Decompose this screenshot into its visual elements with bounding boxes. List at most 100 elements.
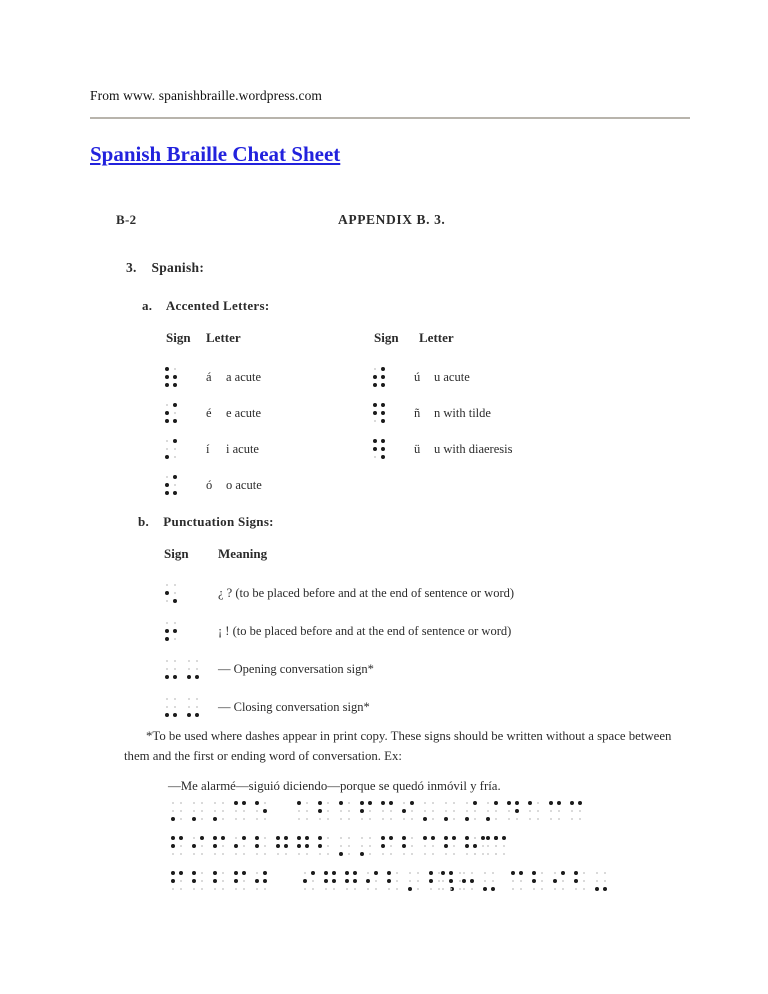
braille-dot-4 — [452, 836, 457, 841]
braille-dot-5 — [312, 880, 315, 883]
braille-dot-1 — [345, 871, 350, 876]
braille-cell-r0-g1-c13 — [569, 800, 583, 822]
braille-dot-4 — [353, 871, 358, 876]
braille-dot-2 — [424, 845, 427, 848]
braille-dot-3 — [165, 383, 170, 388]
braille-dot-3 — [595, 887, 600, 892]
braille-dot-1 — [487, 802, 490, 805]
braille-cell-r0-g0-c0 — [170, 800, 184, 822]
braille-dot-4 — [327, 837, 330, 840]
braille-dot-2 — [345, 879, 350, 884]
braille-cell-r1-g0-c8 — [338, 835, 352, 857]
braille-dot-4 — [537, 802, 540, 805]
braille-dot-4 — [174, 698, 177, 701]
braille-cell-e-acute — [164, 402, 178, 424]
braille-dot-3 — [374, 456, 377, 459]
braille-dot-5 — [492, 880, 495, 883]
braille-dot-1 — [373, 439, 378, 444]
braille-dot-3 — [165, 713, 170, 718]
braille-dot-1 — [166, 440, 169, 443]
braille-dot-3 — [166, 600, 169, 603]
braille-dot-5 — [201, 810, 204, 813]
braille-dot-6 — [562, 888, 565, 891]
braille-dot-4 — [348, 802, 351, 805]
braille-dot-2 — [214, 810, 217, 813]
braille-dot-2 — [166, 448, 169, 451]
braille-dot-3 — [235, 853, 238, 856]
section-heading: 3. Spanish: — [126, 260, 204, 276]
braille-dot-4 — [604, 872, 607, 875]
braille-cell-punctuation-2-1 — [186, 658, 200, 680]
braille-dot-5 — [503, 845, 506, 848]
braille-dot-5 — [390, 810, 393, 813]
braille-dot-6 — [411, 818, 414, 821]
braille-dot-1 — [424, 802, 427, 805]
appendix-heading: APPENDIX B. 3. — [338, 212, 446, 227]
braille-dot-3 — [374, 420, 377, 423]
braille-dot-4 — [481, 836, 486, 841]
braille-cell-r2-g2-c0 — [440, 870, 454, 892]
braille-dot-3 — [373, 383, 378, 388]
braille-dot-2 — [529, 810, 532, 813]
braille-dot-5 — [348, 810, 351, 813]
braille-cell-r2-g1-c4 — [386, 870, 400, 892]
braille-dot-3 — [550, 818, 553, 821]
braille-dot-6 — [174, 456, 177, 459]
braille-dot-1 — [403, 802, 406, 805]
braille-dot-5 — [482, 845, 485, 848]
braille-dot-3 — [214, 853, 217, 856]
accented-letter-label-0: áa acute — [206, 370, 262, 384]
braille-dot-6 — [348, 853, 351, 856]
braille-cell-r1-g0-c2 — [212, 835, 226, 857]
accented-letter-label-right-1: ñn with tilde — [414, 406, 491, 420]
braille-dot-2 — [487, 810, 490, 813]
braille-dot-2 — [373, 375, 378, 380]
braille-dot-1 — [381, 801, 386, 806]
braille-dot-1 — [554, 872, 557, 875]
braille-cell-r2-g0-c4 — [254, 870, 268, 892]
braille-dot-2 — [366, 879, 371, 884]
braille-cell-r0-g1-c7 — [443, 800, 457, 822]
braille-dot-3 — [192, 817, 197, 822]
braille-dot-3 — [172, 853, 175, 856]
braille-dot-1 — [463, 872, 466, 875]
braille-dot-5 — [306, 810, 309, 813]
braille-dot-2 — [193, 810, 196, 813]
braille-dot-4 — [242, 871, 247, 876]
braille-dot-2 — [165, 629, 170, 634]
braille-dot-1 — [511, 871, 516, 876]
braille-cell-punctuation-2-0 — [164, 658, 178, 680]
braille-dot-3 — [256, 853, 259, 856]
braille-dot-5 — [201, 845, 204, 848]
braille-dot-3 — [367, 888, 370, 891]
accented-left-sign-header: Sign — [166, 330, 191, 345]
braille-dot-1 — [166, 660, 169, 663]
braille-dot-3 — [463, 888, 466, 891]
braille-cell-r2-g3-c0 — [510, 870, 524, 892]
braille-dot-2 — [297, 844, 302, 849]
braille-dot-6 — [375, 888, 378, 891]
braille-dot-5 — [432, 845, 435, 848]
braille-cell-r0-g1-c10 — [506, 800, 520, 822]
braille-dot-1 — [324, 871, 329, 876]
braille-dot-4 — [179, 836, 184, 841]
braille-dot-6 — [201, 853, 204, 856]
braille-dot-4 — [173, 403, 178, 408]
accented-letter-label-2: íi acute — [206, 442, 259, 456]
punctuation-meaning-2: — Opening conversation sign* — [218, 662, 374, 676]
braille-dot-2 — [298, 810, 301, 813]
braille-dot-6 — [411, 853, 414, 856]
braille-dot-5 — [180, 880, 183, 883]
braille-dot-4 — [557, 801, 562, 806]
braille-dot-4 — [381, 403, 386, 408]
braille-dot-1 — [188, 660, 191, 663]
braille-dot-2 — [303, 879, 308, 884]
accented-right-letter-header: Letter — [419, 330, 454, 345]
braille-dot-3 — [444, 817, 449, 822]
braille-dot-1 — [409, 872, 412, 875]
braille-dot-1 — [213, 871, 218, 876]
braille-dot-3 — [403, 818, 406, 821]
page-title-link[interactable]: Spanish Braille Cheat Sheet — [90, 142, 340, 167]
braille-dot-1 — [234, 871, 239, 876]
braille-dot-4 — [541, 872, 544, 875]
